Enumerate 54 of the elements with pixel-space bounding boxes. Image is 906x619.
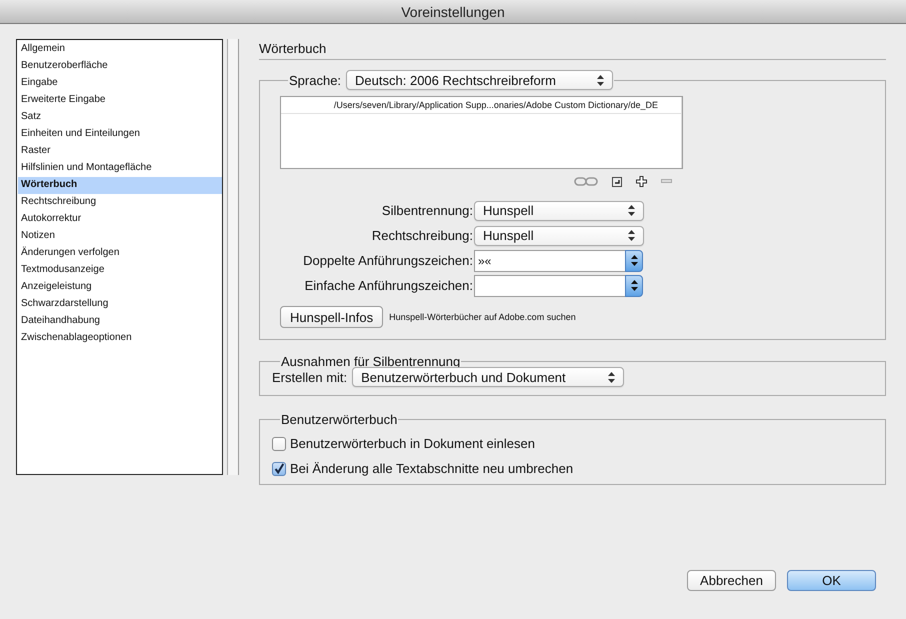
sidebar-item[interactable]: Satz	[18, 109, 222, 126]
sidebar-item[interactable]: Wörterbuch	[18, 177, 222, 194]
sidebar-item[interactable]: Rechtschreibung	[18, 194, 222, 211]
page-icon[interactable]	[612, 176, 622, 186]
sidebar-item[interactable]: Raster	[18, 143, 222, 160]
plus-icon[interactable]	[636, 176, 647, 187]
stepper-arrows-icon	[597, 74, 604, 86]
field-label: Erstellen mit:	[272, 370, 348, 384]
stepper-arrows-icon	[608, 372, 616, 382]
sidebar-item[interactable]: Benutzeroberfläche	[18, 58, 222, 75]
field-label: Doppelte Anführungszeichen:	[302, 253, 474, 268]
sidebar-item[interactable]: Autokorrektur	[18, 211, 222, 228]
splitter[interactable]	[227, 39, 239, 475]
stepper-button[interactable]	[625, 250, 643, 272]
stepper-button[interactable]	[625, 274, 643, 296]
field-label: Rechtschreibung:	[370, 228, 474, 243]
dropdown[interactable]: Deutsch: 2006 Rechtschreibreform	[346, 70, 614, 90]
sidebar-item[interactable]: Anzeigeleistung	[18, 279, 222, 296]
stepper-arrows-icon	[628, 205, 635, 216]
checkbox[interactable]	[272, 462, 286, 476]
group-title: Benutzerwörterbuch	[281, 412, 398, 427]
sidebar-item[interactable]: Zwischenablageoptionen	[18, 330, 222, 347]
field-label: Sprache:	[289, 72, 342, 88]
sidebar-item[interactable]: Erweiterte Eingabe	[18, 92, 222, 109]
info-button[interactable]: Hunspell-Infos	[280, 306, 384, 328]
input-field[interactable]: »«	[474, 250, 625, 272]
section-title: Wörterbuch	[259, 39, 886, 60]
sidebar-item[interactable]: Änderungen verfolgen	[18, 245, 222, 262]
sidebar-item[interactable]: Eingabe	[18, 75, 222, 92]
sidebar-item[interactable]: Allgemein	[18, 41, 222, 58]
sidebar-item[interactable]: Hilfslinien und Montagefläche	[18, 160, 222, 177]
dialog-button[interactable]: Abbrechen	[687, 570, 776, 590]
checkbox[interactable]	[272, 436, 286, 450]
sidebar-item[interactable]: Textmodusanzeige	[18, 262, 222, 279]
updown-arrows-icon	[630, 280, 638, 291]
dialog-button[interactable]: OK	[787, 570, 876, 590]
sidebar-item[interactable]: Notizen	[18, 228, 222, 245]
group-title: Ausnahmen für Silbentrennung	[281, 354, 460, 369]
sidebar-item[interactable]: Schwarzdarstellung	[18, 296, 222, 313]
dropdown[interactable]: Hunspell	[474, 200, 644, 220]
field-label: Einfache Anführungszeichen:	[304, 278, 474, 293]
dropdown[interactable]: Hunspell	[474, 226, 644, 246]
dictionary-path[interactable]: /Users/seven/Library/Application Supp...onaries/Adobe Custom Dictionary/de_DE	[281, 97, 681, 114]
input-field[interactable]	[474, 274, 625, 296]
sidebar-item[interactable]: Einheiten und Einteilungen	[18, 126, 222, 143]
stepper-arrows-icon	[628, 230, 635, 241]
search-link[interactable]: Hunspell-Wörterbücher auf Adobe.com suchen	[389, 312, 576, 322]
dropdown[interactable]: Benutzerwörterbuch und Dokument	[352, 367, 624, 387]
window-title: Voreinstellungen	[401, 4, 505, 20]
field-label: Silbentrennung:	[380, 203, 474, 218]
checkbox-label: Bei Änderung alle Textabschnitte neu umbrechen	[290, 461, 574, 476]
checkbox-label: Benutzerwörterbuch in Dokument einlesen	[290, 436, 535, 451]
sidebar-item[interactable]: Dateihandhabung	[18, 313, 222, 330]
updown-arrows-icon	[630, 255, 638, 266]
